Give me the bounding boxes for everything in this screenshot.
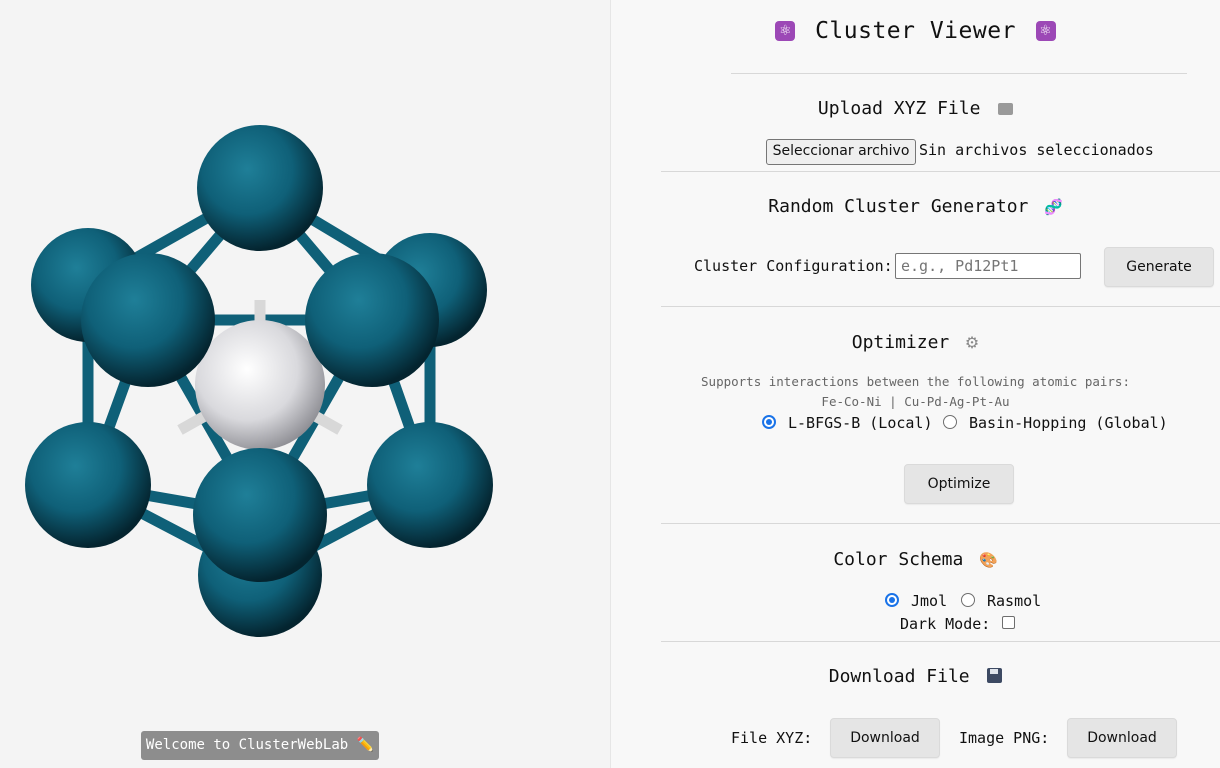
atom [81, 253, 215, 387]
section-divider [661, 171, 1220, 172]
page-title: Cluster Viewer [815, 18, 1016, 44]
upload-heading: Upload XYZ File [817, 98, 981, 119]
dark-mode-label: Dark Mode: [900, 615, 991, 633]
png-download-label: Image PNG: [959, 729, 1050, 747]
color-schema-heading: Color Schema [833, 549, 964, 570]
atom-icon: ⚛ [775, 21, 796, 41]
gear-icon: ⚙ [964, 333, 980, 352]
xyz-download-label: File XYZ: [731, 729, 813, 747]
radio-basin-hopping-label[interactable]: Basin-Hopping (Global) [969, 414, 1168, 432]
cluster-config-input[interactable] [895, 253, 1081, 279]
section-divider [661, 306, 1220, 307]
generator-heading-row: Random Cluster Generator 🧬 [611, 196, 1220, 217]
upload-heading-row: Upload XYZ File [611, 98, 1220, 119]
cluster-render[interactable] [0, 0, 610, 768]
optimizer-note-line1: Supports interactions between the follow… [701, 374, 1130, 389]
central-atom [195, 320, 325, 450]
optimizer-heading: Optimizer [851, 332, 950, 353]
atom-group [25, 125, 493, 637]
radio-lbfgsb[interactable] [762, 415, 776, 429]
choose-file-button[interactable]: Seleccionar archivo [766, 139, 916, 165]
optimizer-note-line2: Fe-Co-Ni | Cu-Pd-Ag-Pt-Au [821, 394, 1010, 409]
title-divider [731, 73, 1187, 74]
download-heading: Download File [828, 666, 970, 687]
radio-jmol-label[interactable]: Jmol [911, 592, 947, 610]
control-panel: ⚛ Cluster Viewer ⚛ Upload XYZ File Selec… [611, 0, 1220, 768]
generate-button[interactable]: Generate [1104, 247, 1214, 287]
download-heading-row: Download File [611, 666, 1220, 687]
file-status: Sin archivos seleccionados [919, 141, 1154, 159]
radio-basin-hopping[interactable] [943, 415, 957, 429]
dna-icon: 🧬 [1044, 198, 1063, 216]
download-png-button[interactable]: Download [1067, 718, 1177, 758]
radio-lbfgsb-label[interactable]: L-BFGS-B (Local) [788, 414, 933, 432]
atom [25, 422, 151, 548]
atom [367, 422, 493, 548]
molecule-viewer[interactable]: Welcome to ClusterWebLab ✏️ [0, 0, 611, 768]
page-title-row: ⚛ Cluster Viewer ⚛ [611, 18, 1220, 44]
folder-icon [998, 103, 1014, 115]
atom [305, 253, 439, 387]
atom-icon: ⚛ [1035, 21, 1056, 41]
optimizer-heading-row: Optimizer ⚙ [611, 332, 1220, 353]
generator-heading: Random Cluster Generator [768, 196, 1029, 217]
atom [193, 448, 327, 582]
radio-rasmol[interactable] [961, 593, 975, 607]
cluster-config-label: Cluster Configuration: [694, 257, 893, 275]
palette-icon: 🎨 [979, 551, 998, 569]
color-schema-heading-row: Color Schema 🎨 [611, 549, 1220, 570]
radio-rasmol-label[interactable]: Rasmol [987, 592, 1041, 610]
section-divider [661, 641, 1220, 642]
optimize-button[interactable]: Optimize [904, 464, 1014, 504]
atom [197, 125, 323, 251]
download-xyz-button[interactable]: Download [830, 718, 940, 758]
welcome-banner: Welcome to ClusterWebLab ✏️ [141, 731, 379, 760]
radio-jmol[interactable] [885, 593, 899, 607]
section-divider [661, 523, 1220, 524]
dark-mode-checkbox[interactable] [1002, 616, 1015, 629]
floppy-disk-icon [987, 668, 1003, 683]
